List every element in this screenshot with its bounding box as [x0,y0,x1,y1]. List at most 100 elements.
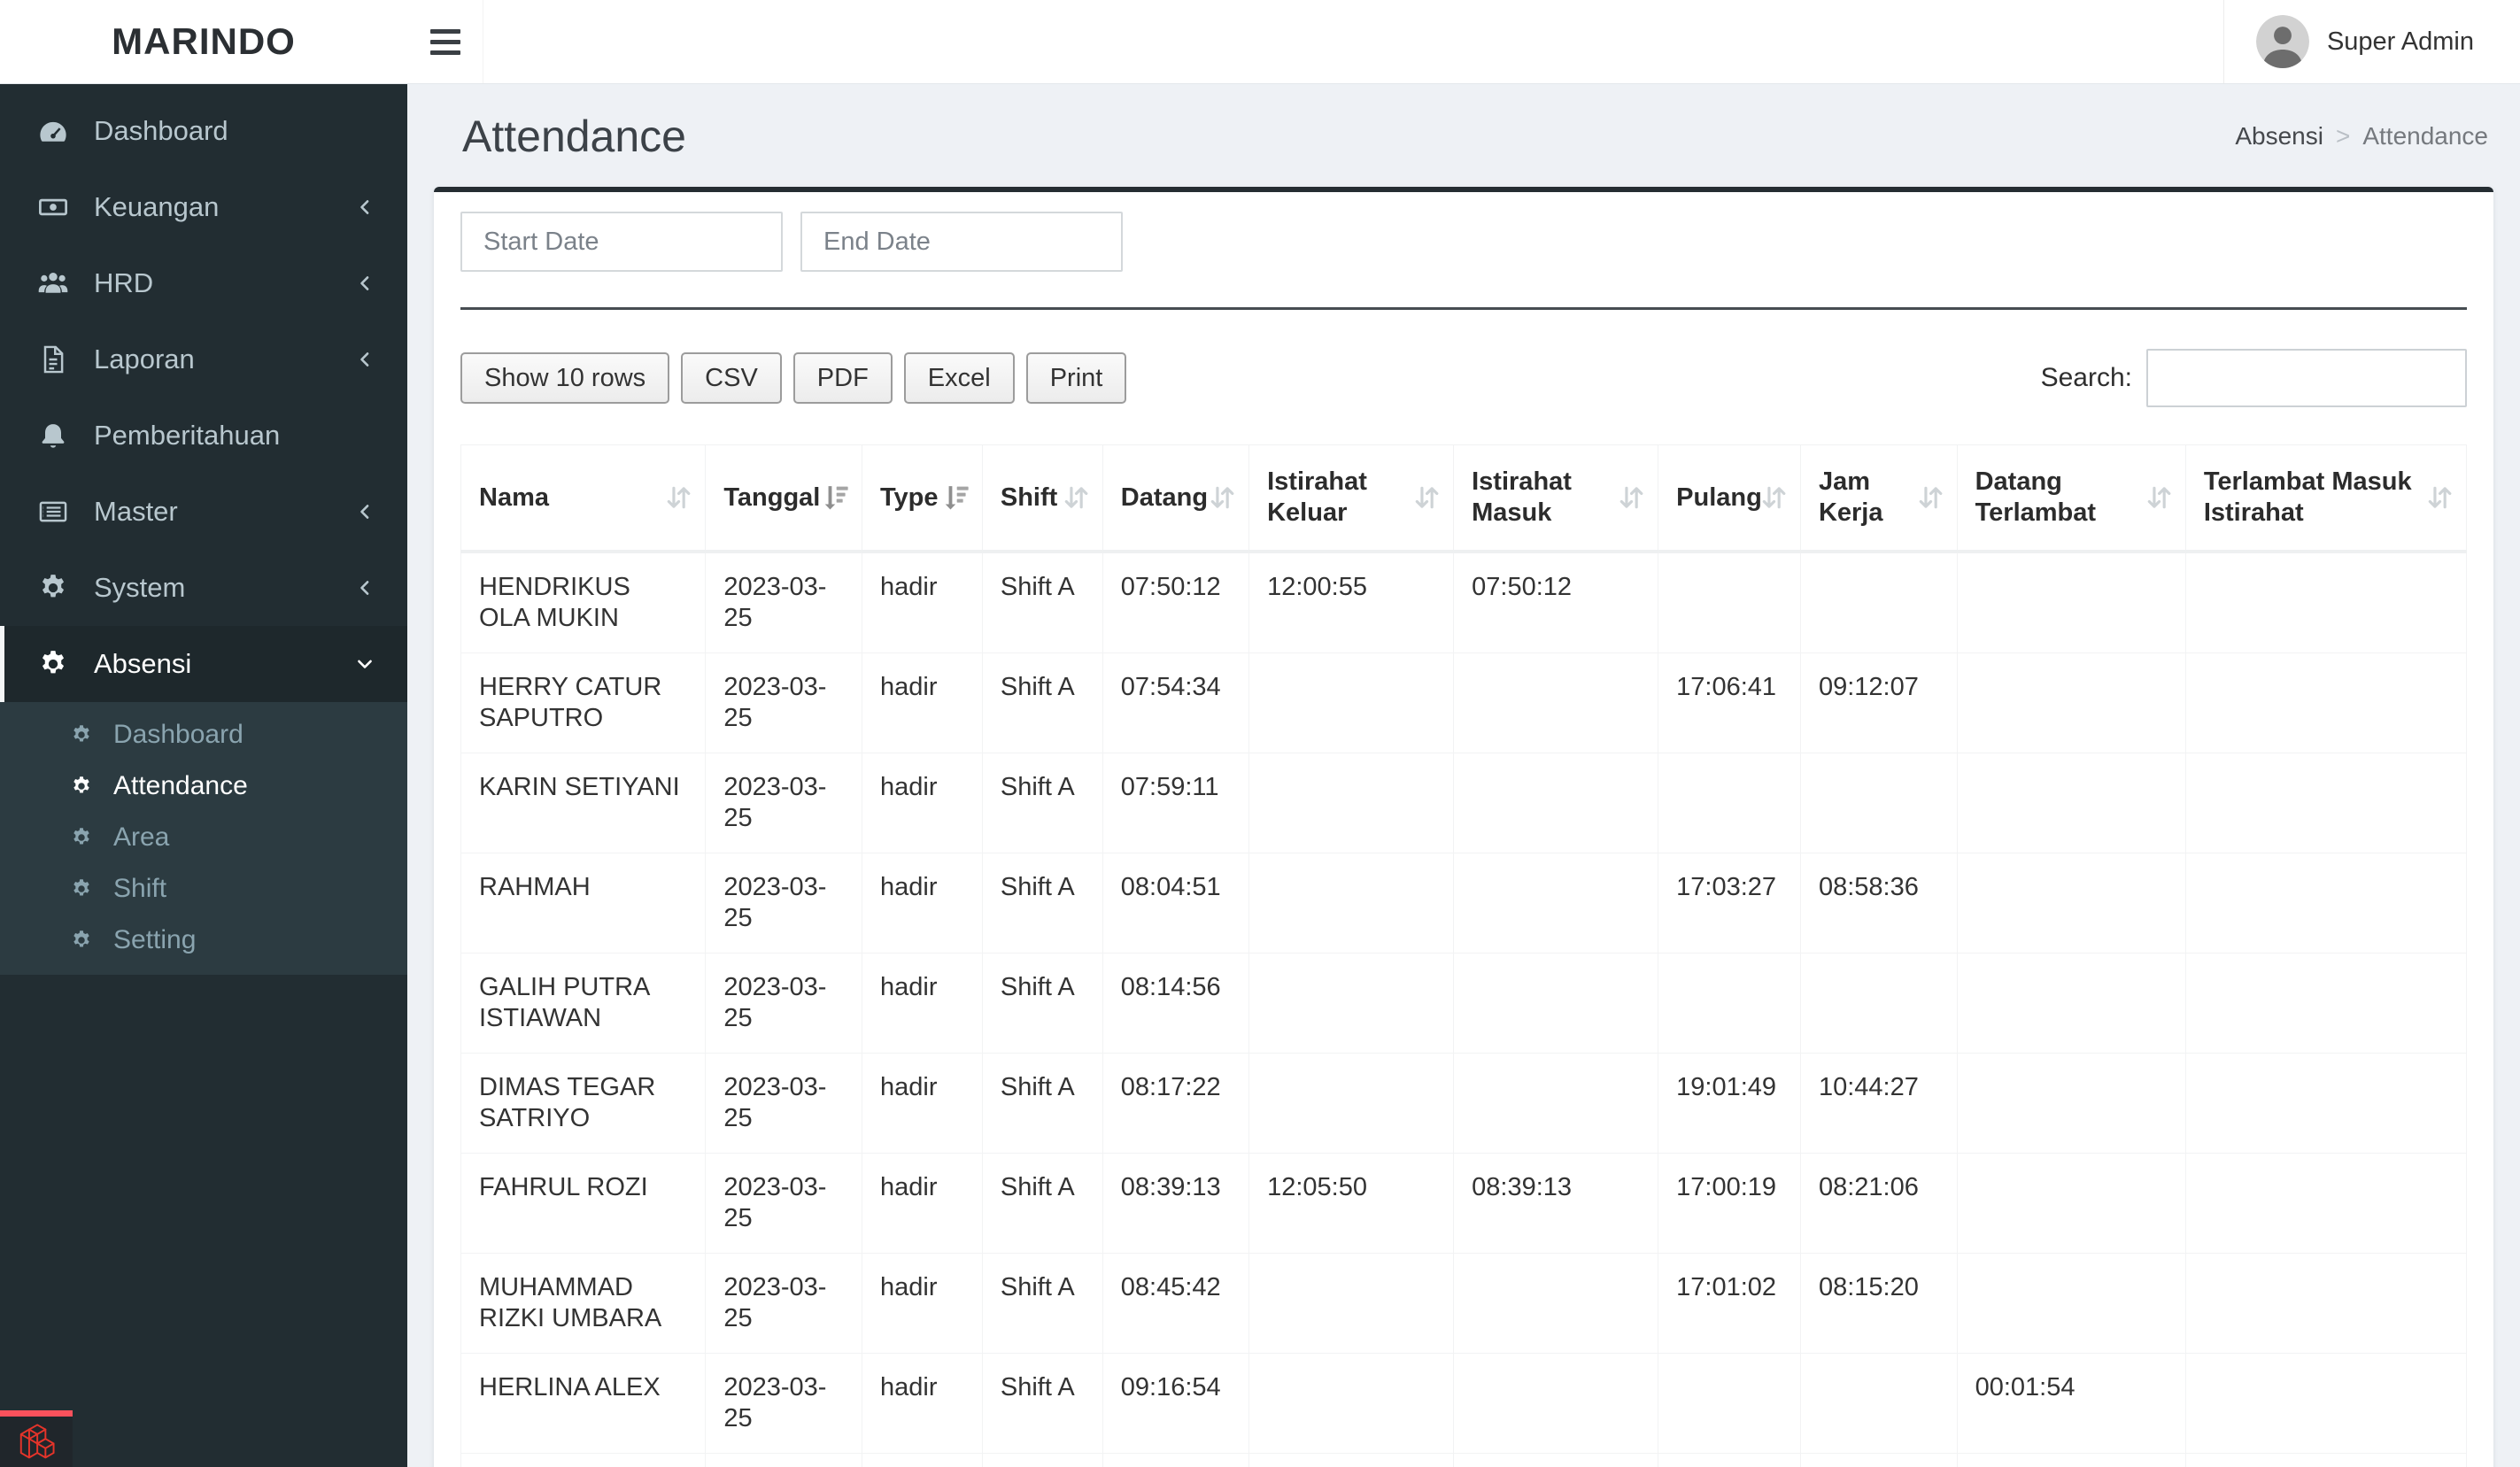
table-cell: DIMAS TEGAR SATRIYO [460,1053,707,1154]
table-cell [1799,753,1958,853]
table-row[interactable]: FAHRUL ROZI 2023-03-25 hadir Shift A 08:39:1… [460,1153,2468,1254]
bell-icon [35,420,71,452]
brand-logo[interactable]: MARINDO [0,0,407,83]
filter-divider [460,307,2467,310]
sort-desc-icon [819,482,851,513]
table-cell: Shift A [981,1453,1103,1467]
table-cell [1453,1453,1659,1467]
table-cell: 12:05:50 [1248,1153,1455,1254]
chevron-left-icon [352,347,377,372]
table-cell: 2023-03-25 [705,1353,862,1454]
column-header-shift[interactable]: Shift [981,444,1103,553]
column-header-datang-terlambat[interactable]: Datang Terlambat [1956,444,2186,553]
sidebar-item-label: Pemberitahuan [94,420,281,451]
print-button[interactable]: Print [1025,352,1127,404]
sidebar-item-hrd[interactable]: HRD [0,245,407,321]
excel-button[interactable]: Excel [903,352,1015,404]
csv-button[interactable]: CSV [681,352,782,404]
table-row[interactable]: DIMAS TEGAR SATRIYO 2023-03-25 hadir Shift … [460,1053,2468,1154]
table-cell [1248,1353,1455,1454]
table-cell: 2023-03-25 [705,753,862,853]
end-date-input[interactable] [800,212,1123,272]
sidebar-subitem-label: Dashboard [113,720,243,749]
table-cell: RAHMAH [460,853,707,954]
export-buttons: Show 10 rows CSV PDF Excel Print [460,352,1127,404]
table-row[interactable]: MUHAMMAD RIZKI UMBARA 2023-03-25 hadir Shif… [460,1253,2468,1354]
table-row[interactable]: RAHMAH 2023-03-25 hadir Shift A 08:04:51 17:0… [460,853,2468,954]
table-row[interactable]: KARIN SETIYANI 2023-03-25 hadir Shift A 07:5… [460,753,2468,853]
sidebar-subitem-area[interactable]: Area [0,812,407,863]
column-header-type[interactable]: Type [861,444,983,553]
sidebar-item-keuangan[interactable]: Keuangan [0,169,407,245]
sidebar-item-label: Absensi [94,648,192,679]
sidebar-subitem-dashboard[interactable]: Dashboard [0,709,407,761]
column-header-nama[interactable]: Nama [460,444,707,553]
table-cell [1658,753,1801,853]
table-cell: 07:43:54 [1799,1453,1958,1467]
search-label: Search: [2040,363,2132,392]
table-cell: 08:15:20 [1799,1253,1958,1354]
column-header-istirahat-masuk[interactable]: Istirahat Masuk [1453,444,1659,553]
gear-icon [35,572,71,604]
hamburger-menu-button[interactable] [407,0,483,83]
table-cell: hadir [861,1453,983,1467]
chevron-left-icon [352,271,377,296]
table-cell: 17:01:46 [1658,1453,1801,1467]
table-cell: hadir [861,853,983,954]
table-cell [2184,551,2468,653]
table-cell [2184,1453,2468,1467]
table-cell [1453,1253,1659,1354]
table-cell [1453,953,1659,1054]
column-header-terlambat-masuk-istirahat[interactable]: Terlambat Masuk Istirahat [2184,444,2468,553]
gear-icon [69,826,94,849]
table-cell: 10:44:27 [1799,1053,1958,1154]
table-cell: 08:17:22 [1102,1053,1250,1154]
chevron-left-icon [352,575,377,600]
sidebar-item-dashboard[interactable]: Dashboard [0,93,407,169]
money-icon [35,191,71,223]
table-cell: 09:16:54 [1102,1353,1250,1454]
table-cell: 07:54:34 [1102,652,1250,753]
show-10-rows-button[interactable]: Show 10 rows [460,352,670,404]
table-cell: 08:58:36 [1799,853,1958,954]
main-content: Attendance Absensi > Attendance Show 10 … [407,84,2520,1467]
table-row[interactable]: HENDRIKUS OLA MUKIN 2023-03-25 hadir Shift … [460,551,2468,653]
table-row[interactable]: HERLINA ALEX 2023-03-25 hadir Shift A 09:16:… [460,1353,2468,1454]
column-header-jam-kerja[interactable]: Jam Kerja [1799,444,1958,553]
sidebar-item-label: Keuangan [94,191,220,222]
search-input[interactable] [2146,349,2467,407]
sidebar: Dashboard Keuangan HRD Laporan Pemberita… [0,84,407,1467]
sidebar-item-laporan[interactable]: Laporan [0,321,407,398]
table-cell: 2023-03-25 [705,551,862,653]
sidebar-item-master[interactable]: Master [0,474,407,550]
table-cell: 00:02:52 [1956,1453,2186,1467]
sidebar-item-pemberitahuan[interactable]: Pemberitahuan [0,398,407,474]
sidebar-item-system[interactable]: System [0,550,407,626]
column-header-pulang[interactable]: Pulang [1658,444,1801,553]
column-header-datang[interactable]: Datang [1102,444,1250,553]
table-cell: hadir [861,1253,983,1354]
table-cell: GALIH PUTRA ISTIAWAN [460,953,707,1054]
column-header-tanggal[interactable]: Tanggal [705,444,862,553]
user-menu[interactable]: Super Admin [2222,0,2520,83]
table-cell: HERLINA ALEX [460,1353,707,1454]
table-row[interactable]: ERNI WAHDIANA2023-03-25hadirShift A09:17… [460,1453,2468,1467]
sidebar-subitem-attendance[interactable]: Attendance [0,761,407,812]
sidebar-item-absensi[interactable]: Absensi [0,626,407,702]
table-cell [2184,853,2468,954]
table-row[interactable]: HERRY CATUR SAPUTRO 2023-03-25 hadir Shift … [460,652,2468,753]
start-date-input[interactable] [460,212,783,272]
sidebar-subitem-setting[interactable]: Setting [0,915,407,966]
chevron-left-icon [352,195,377,220]
sidebar-subitem-shift[interactable]: Shift [0,863,407,915]
laravel-debugbar-toggle[interactable] [0,1410,73,1467]
table-cell: hadir [861,1353,983,1454]
column-header-istirahat-keluar[interactable]: Istirahat Keluar [1248,444,1455,553]
pdf-button[interactable]: PDF [792,352,893,404]
breadcrumb-item-absensi[interactable]: Absensi [2235,122,2323,151]
list-icon [35,496,71,528]
table-row[interactable]: GALIH PUTRA ISTIAWAN 2023-03-25 hadir Shift… [460,953,2468,1054]
table-cell [1248,1253,1455,1354]
table-cell [1799,1353,1958,1454]
